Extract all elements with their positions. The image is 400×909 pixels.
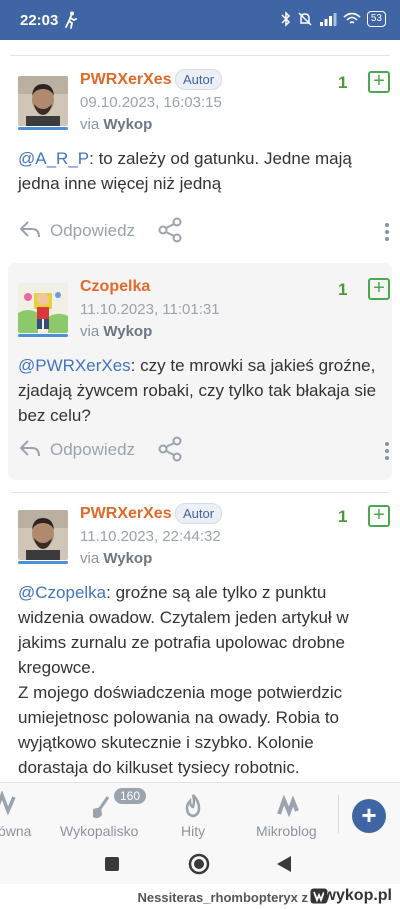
bottom-navigation: ówna 160 Wykopalisko Hity Mikroblog + bbox=[0, 782, 400, 844]
status-time: 22:03 bbox=[20, 12, 59, 29]
nav-item-wykopalisko[interactable]: 160 Wykopalisko bbox=[56, 783, 147, 845]
comment-text: @PWRXerXes: czy te mrowki sa jakieś groź… bbox=[18, 356, 377, 425]
notification-badge: 160 bbox=[114, 788, 147, 804]
share-icon[interactable] bbox=[157, 436, 183, 462]
reply-icon[interactable] bbox=[18, 219, 42, 241]
nav-item-hity[interactable]: Hity bbox=[170, 783, 216, 845]
mention-link[interactable]: @PWRXerXes bbox=[18, 356, 131, 375]
avatar[interactable] bbox=[18, 283, 68, 333]
bluetooth-icon bbox=[281, 11, 290, 27]
nav-item-mikroblog[interactable]: Mikroblog bbox=[252, 783, 328, 845]
walking-icon bbox=[65, 11, 77, 29]
watermark-text: Nessiteras_rhombopteryx z bbox=[137, 890, 308, 905]
home-icon bbox=[0, 791, 16, 815]
author-badge: Autor bbox=[175, 503, 223, 524]
system-navigation-bar bbox=[0, 844, 400, 884]
watermark-logo: wykop.pl bbox=[323, 887, 392, 904]
comment-text: @A_R_P: to zależy od gatunku. Jedne mają… bbox=[18, 149, 352, 193]
author-name[interactable]: Czopelka bbox=[80, 278, 150, 296]
comment-date: 09.10.2023, 16:03:15 bbox=[80, 94, 222, 111]
author-name[interactable]: PWRXerXes bbox=[80, 505, 172, 523]
author-badge: Autor bbox=[175, 69, 223, 90]
shovel-icon bbox=[93, 796, 110, 819]
battery-indicator: 53 bbox=[366, 11, 386, 27]
plus-vote-button[interactable]: + bbox=[368, 505, 390, 527]
add-post-button[interactable]: + bbox=[352, 799, 386, 833]
signal-icon bbox=[319, 13, 337, 26]
fire-icon bbox=[185, 794, 201, 818]
mention-link[interactable]: @Czopelka bbox=[18, 583, 106, 602]
home-button-icon[interactable] bbox=[188, 853, 210, 875]
nav-separator bbox=[338, 795, 339, 833]
recent-apps-icon[interactable] bbox=[104, 856, 120, 872]
status-icons: 53 bbox=[281, 11, 386, 27]
mute-icon bbox=[298, 12, 312, 26]
reply-button[interactable]: Odpowiedz bbox=[50, 221, 135, 241]
more-options-icon[interactable] bbox=[384, 222, 390, 242]
via-source: via Wykop bbox=[80, 323, 153, 340]
share-icon[interactable] bbox=[157, 217, 183, 243]
microblog-icon bbox=[277, 794, 299, 818]
author-name[interactable]: PWRXerXes bbox=[80, 71, 172, 89]
comment-item: Czopelka 11.10.2023, 11:01:31 via Wykop … bbox=[8, 263, 392, 480]
avatar-underline bbox=[18, 127, 68, 130]
reply-icon[interactable] bbox=[18, 438, 42, 460]
plus-vote-button[interactable]: + bbox=[368, 71, 390, 93]
avatar-underline bbox=[18, 334, 68, 337]
mention-link[interactable]: @A_R_P bbox=[18, 149, 89, 168]
avatar[interactable] bbox=[18, 510, 68, 560]
comment-date: 11.10.2023, 22:44:32 bbox=[80, 528, 221, 545]
wifi-icon bbox=[343, 12, 361, 24]
plus-vote-button[interactable]: + bbox=[368, 278, 390, 300]
avatar[interactable] bbox=[18, 76, 68, 126]
watermark: Nessiteras_rhombopteryx z wykop.pl bbox=[0, 884, 400, 909]
via-source: via Wykop bbox=[80, 116, 153, 133]
reply-button[interactable]: Odpowiedz bbox=[50, 440, 135, 460]
comment-item: PWRXerXes Autor 09.10.2023, 16:03:15 via… bbox=[0, 56, 400, 263]
avatar-underline bbox=[18, 561, 68, 564]
comment-date: 11.10.2023, 11:01:31 bbox=[80, 301, 220, 318]
comment-text: @Czopelka: groźne są ale tylko z punktu … bbox=[18, 583, 349, 777]
via-source: via Wykop bbox=[80, 550, 153, 567]
vote-count: 1 bbox=[338, 280, 348, 299]
vote-count: 1 bbox=[338, 507, 348, 526]
vote-count: 1 bbox=[338, 73, 348, 92]
back-icon[interactable] bbox=[276, 855, 292, 873]
status-bar: 22:03 53 bbox=[0, 0, 400, 40]
nav-item-home[interactable]: ówna bbox=[0, 783, 40, 845]
more-options-icon[interactable] bbox=[384, 441, 390, 461]
comment-item: PWRXerXes Autor 11.10.2023, 22:44:32 via… bbox=[0, 493, 400, 782]
comment-feed[interactable]: PWRXerXes Autor 09.10.2023, 16:03:15 via… bbox=[0, 40, 400, 782]
